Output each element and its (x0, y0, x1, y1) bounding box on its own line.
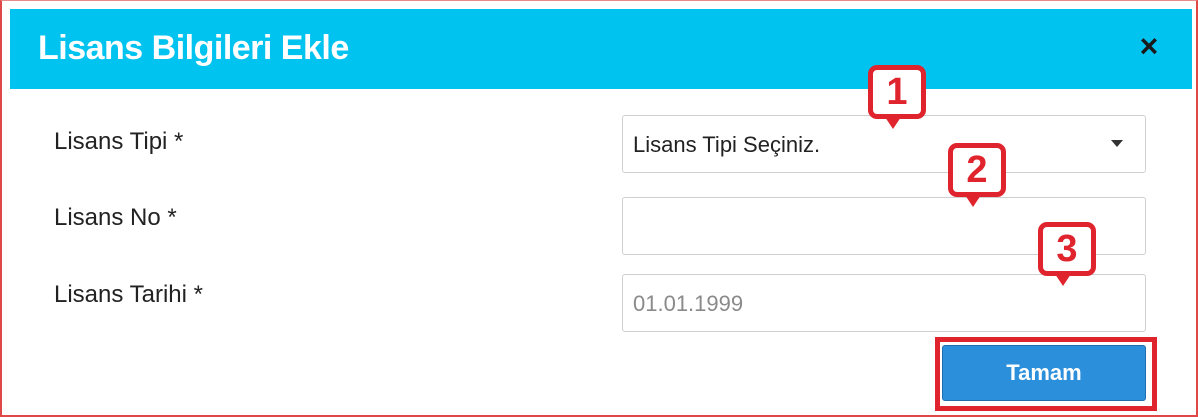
callout-2-tail (965, 195, 981, 207)
license-type-select[interactable]: Lisans Tipi Seçiniz. (622, 115, 1146, 173)
callout-3-number: 3 (1056, 228, 1078, 270)
license-date-label: Lisans Tarihi * (54, 281, 203, 308)
callout-2: 2 (948, 143, 1006, 207)
license-date-value: 01.01.1999 (633, 291, 744, 316)
callout-1-tail (885, 117, 901, 129)
license-no-label: Lisans No * (54, 204, 177, 231)
chevron-down-icon (1111, 140, 1123, 147)
dialog-title: Lisans Bilgileri Ekle (38, 29, 349, 67)
callout-3-tail (1055, 274, 1071, 286)
close-icon[interactable]: × (1132, 29, 1166, 63)
submit-button[interactable]: Tamam (942, 345, 1146, 401)
callout-2-number: 2 (966, 149, 988, 191)
callout-3: 3 (1038, 222, 1096, 286)
license-type-label: Lisans Tipi * (54, 128, 184, 155)
callout-1: 1 (868, 65, 926, 129)
license-dialog: Lisans Bilgileri Ekle × Lisans Tipi * Li… (0, 0, 1198, 417)
dialog-header: Lisans Bilgileri Ekle × (10, 9, 1192, 89)
license-type-selected-value: Lisans Tipi Seçiniz. (633, 132, 821, 157)
callout-1-number: 1 (886, 71, 908, 113)
